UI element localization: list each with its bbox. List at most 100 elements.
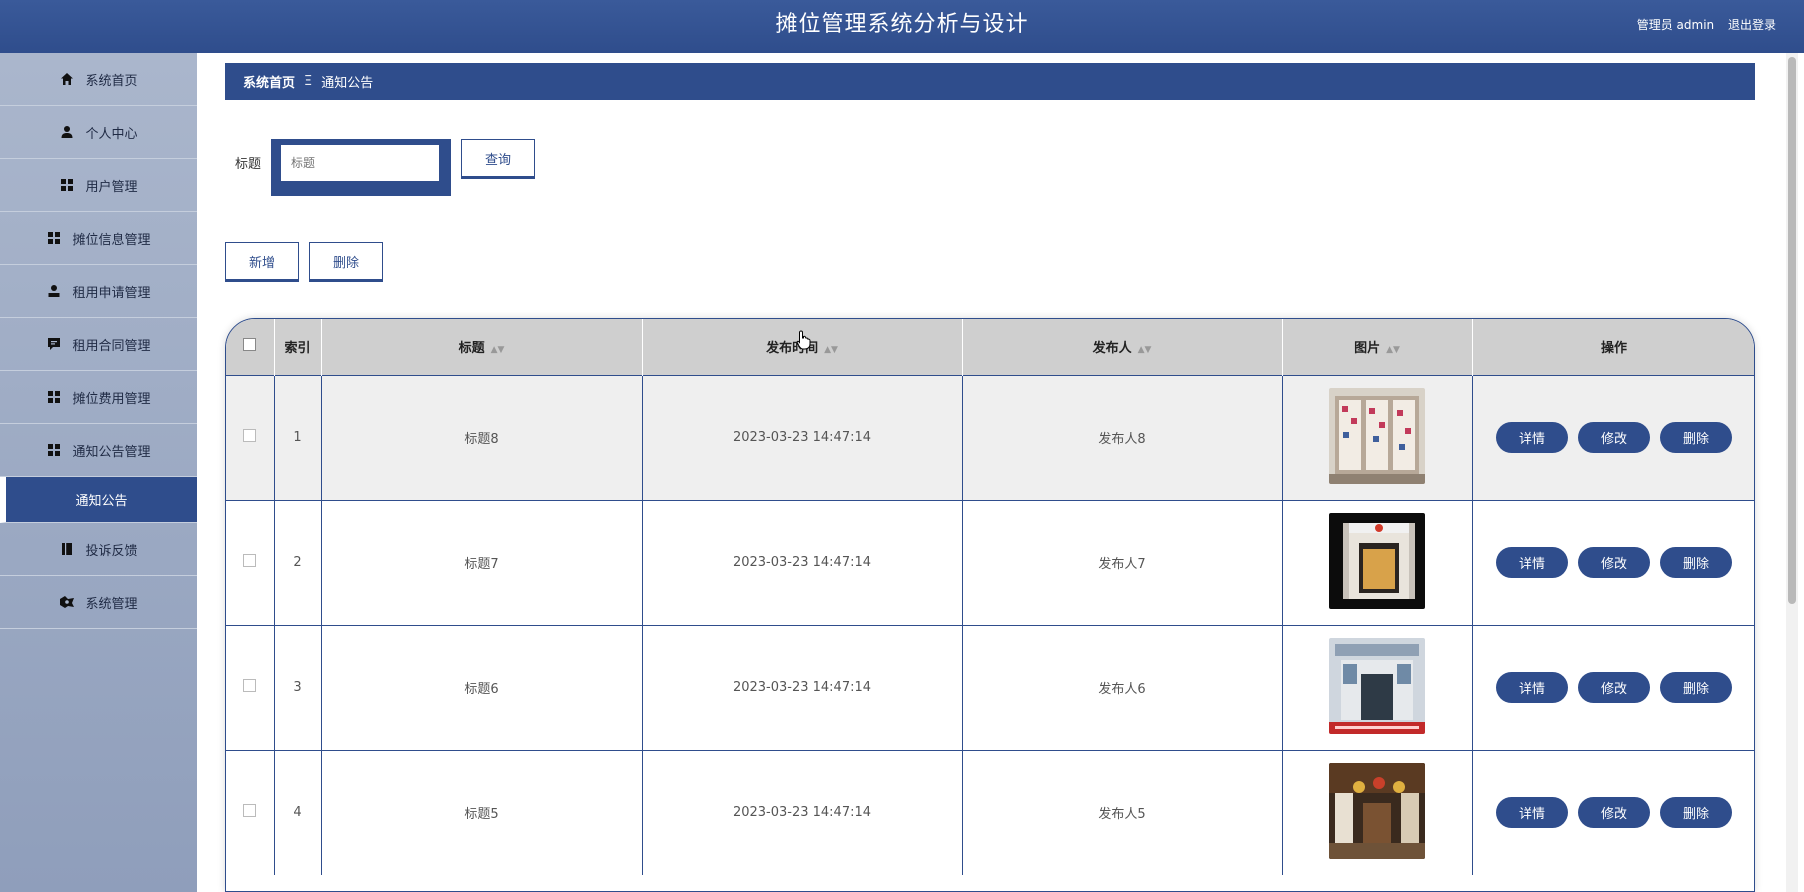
row-time: 2023-03-23 14:47:14 [642,624,963,750]
sidebar-item-system[interactable]: 系统管理 [0,576,197,629]
detail-button[interactable]: 详情 [1496,797,1568,829]
row-time: 2023-03-23 14:47:14 [642,749,963,875]
row-image[interactable] [1329,762,1425,859]
grid-icon [46,230,62,246]
column-header-publisher-label: 发布人 [1092,341,1132,357]
row-index: 1 [274,374,322,500]
row-time: 2023-03-23 14:47:14 [642,374,963,500]
sidebar-item-label: 个人中心 [85,126,138,142]
column-header-title[interactable]: 标题 ▲▼ [321,319,643,375]
sidebar-item-stall-fee[interactable]: 摊位费用管理 [0,371,197,424]
row-index: 2 [274,499,322,625]
sidebar-item-home[interactable]: 系统首页 [0,53,197,106]
edit-button[interactable]: 修改 [1578,422,1650,453]
breadcrumb-home[interactable]: 系统首页 [243,72,295,91]
grid-icon [46,389,62,405]
edit-button[interactable]: 修改 [1578,547,1650,578]
table-row: 4 标题5 2023-03-23 14:47:14 发布人5 详情 修改 删除 [226,749,1754,875]
search-field-wrapper [271,139,452,196]
row-title: 标题8 [321,374,643,500]
sidebar-item-user-management[interactable]: 用户管理 [0,159,197,212]
add-button[interactable]: 新增 [225,242,299,282]
row-title: 标题5 [321,749,643,875]
table-row: 1 标题8 2023-03-23 14:47:14 发布人8 详情 修改 删除 [226,374,1754,500]
row-index: 4 [274,749,322,875]
sidebar-item-rental-contract[interactable]: 租用合同管理 [0,318,197,371]
row-select-cell [226,374,275,500]
sidebar-item-label: 用户管理 [85,179,138,195]
row-image[interactable] [1329,512,1425,609]
row-image[interactable] [1329,637,1425,734]
row-time: 2023-03-23 14:47:14 [642,499,963,625]
scrollbar-thumb[interactable] [1788,57,1796,604]
column-header-publisher[interactable]: 发布人 ▲▼ [962,319,1283,375]
row-ops-cell: 详情 修改 删除 [1472,374,1754,500]
sidebar-item-rental-apply[interactable]: 租用申请管理 [0,265,197,318]
main-content: 系统首页 Ξ 通知公告 标题 查询 新增 删除 索引 标题▲▼ 发布时间▲▼ [197,53,1784,892]
detail-button[interactable]: 详情 [1496,547,1568,578]
row-publisher: 发布人8 [962,374,1283,500]
edit-button[interactable]: 修改 [1578,672,1650,703]
sidebar-item-label: 系统管理 [85,596,138,612]
sidebar-item-complaint[interactable]: 投诉反馈 [0,523,197,576]
user-area: 管理员 admin 退出登录 [1627,16,1776,33]
row-checkbox[interactable] [243,429,257,442]
hand-cursor-icon [796,330,811,350]
delete-button[interactable]: 删除 [1660,547,1732,578]
sidebar: 系统首页 个人中心 用户管理 摊位信息管理 租用申请管理 租用合同管理 摊位费用… [0,53,197,892]
row-title: 标题7 [321,499,643,625]
row-image-cell [1282,624,1473,750]
row-image-cell [1282,749,1473,875]
column-header-title-label: 标题 [458,341,485,357]
book-icon [59,541,75,557]
sidebar-item-label: 租用合同管理 [72,338,151,354]
row-title: 标题6 [321,624,643,750]
edit-button[interactable]: 修改 [1578,797,1650,829]
sidebar-item-label: 摊位费用管理 [72,391,151,407]
row-checkbox[interactable] [243,804,257,818]
home-icon [59,71,75,87]
detail-button[interactable]: 详情 [1496,422,1568,453]
sidebar-item-label: 通知公告 [75,494,128,509]
row-publisher: 发布人6 [962,624,1283,750]
sidebar-item-notice-management[interactable]: 通知公告管理 [0,424,197,477]
row-select-cell [226,499,275,625]
sidebar-item-profile[interactable]: 个人中心 [0,106,197,159]
sort-icon[interactable]: ▲▼ [1386,345,1400,355]
batch-delete-button[interactable]: 删除 [309,242,383,282]
sort-icon[interactable]: ▲▼ [491,345,505,355]
sidebar-item-label: 摊位信息管理 [72,232,151,248]
table-header-row: 索引 标题 ▲▼ 发布时间 ▲▼ 发布人 ▲▼ 图片 ▲▼ 操作 [226,319,1754,375]
row-ops-cell: 详情 修改 删除 [1472,749,1754,875]
row-image[interactable] [1329,387,1425,484]
row-checkbox[interactable] [243,679,257,692]
search-bar: 标题 查询 [235,139,536,196]
query-button[interactable]: 查询 [461,139,536,179]
row-checkbox[interactable] [243,554,257,567]
sidebar-item-stall-info[interactable]: 摊位信息管理 [0,212,197,265]
search-label: 标题 [235,157,262,172]
delete-button[interactable]: 删除 [1660,797,1732,829]
delete-button[interactable]: 删除 [1660,422,1732,453]
detail-button[interactable]: 详情 [1496,672,1568,703]
sidebar-item-label: 投诉反馈 [85,543,138,559]
row-ops-cell: 详情 修改 删除 [1472,624,1754,750]
breadcrumb-separator: Ξ [304,74,313,89]
page-scrollbar[interactable] [1786,53,1798,892]
breadcrumb: 系统首页 Ξ 通知公告 [225,63,1755,100]
delete-button[interactable]: 删除 [1660,672,1732,703]
user-label: 管理员 admin [1636,18,1715,32]
grid-icon [59,177,75,193]
column-header-image-label: 图片 [1354,341,1381,357]
sidebar-subitem-notice[interactable]: 通知公告 [0,477,197,523]
search-input[interactable] [281,145,440,181]
row-publisher: 发布人7 [962,499,1283,625]
app-title: 摊位管理系统分析与设计 [775,12,1029,37]
column-header-image[interactable]: 图片 ▲▼ [1282,319,1473,375]
logout-link[interactable]: 退出登录 [1728,18,1776,32]
column-header-index: 索引 [274,319,322,375]
row-image-cell [1282,499,1473,625]
select-all-checkbox[interactable] [243,338,257,352]
sort-icon[interactable]: ▲▼ [824,345,838,355]
sort-icon[interactable]: ▲▼ [1138,345,1152,355]
